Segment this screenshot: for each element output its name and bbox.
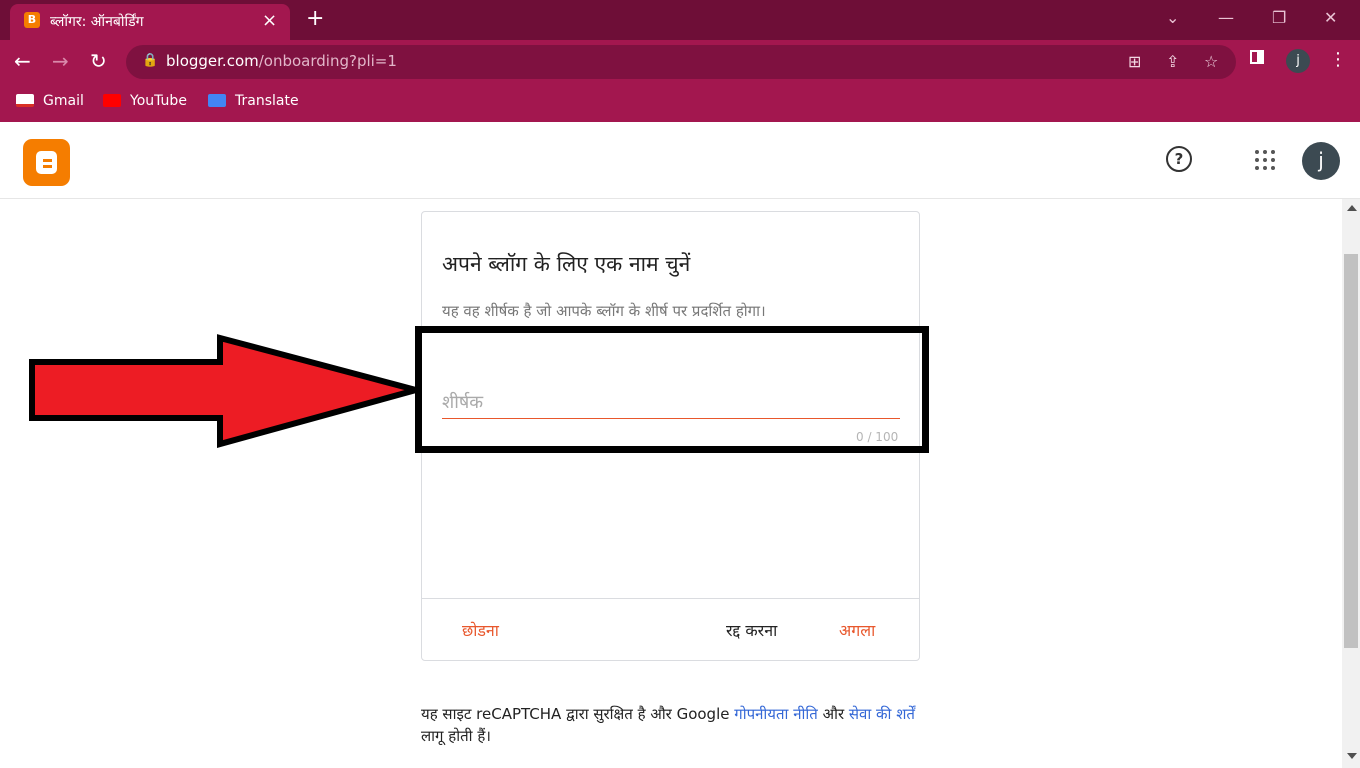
window-close-icon[interactable]: ✕ [1324, 8, 1337, 27]
scrollbar-thumb[interactable] [1344, 254, 1358, 648]
dialog-title: अपने ब्लॉग के लिए एक नाम चुनें [442, 252, 691, 276]
cancel-button[interactable]: रद्द करना [726, 619, 777, 641]
bookmark-gmail[interactable]: Gmail [16, 93, 84, 109]
blogger-favicon-icon: B [24, 12, 40, 28]
notice-text: और [817, 705, 849, 723]
notice-text: लागू होती हैं। [421, 727, 491, 745]
minimize-icon[interactable]: — [1218, 8, 1234, 27]
forward-icon[interactable]: → [52, 50, 69, 72]
bookmarks-bar: Gmail YouTube Translate [0, 84, 1360, 122]
annotation-arrow-icon [29, 334, 420, 448]
browser-toolbar: ← → ↻ 🔒 blogger.com/onboarding?pli=1 ⊞ ⇪… [0, 40, 1360, 84]
tab-strip: B ब्लॉगर: ऑनबोर्डिंग × + ⌄ — ❐ ✕ [0, 0, 1360, 40]
bookmark-youtube[interactable]: YouTube [103, 93, 187, 109]
help-icon[interactable]: ? [1166, 146, 1192, 172]
bookmark-label: Translate [235, 93, 299, 109]
tab-title: ब्लॉगर: ऑनबोर्डिंग [50, 14, 144, 30]
restore-icon[interactable]: ❐ [1272, 8, 1286, 27]
terms-of-service-link[interactable]: सेवा की शर्तें [849, 705, 915, 723]
scroll-up-icon[interactable] [1347, 205, 1357, 211]
back-icon[interactable]: ← [14, 50, 31, 72]
translate-page-icon[interactable]: ⊞ [1128, 52, 1141, 71]
dialog-subtitle: यह वह शीर्षक है जो आपके ब्लॉग के शीर्ष प… [442, 302, 766, 320]
url-domain: blogger.com [166, 52, 259, 70]
bookmark-label: YouTube [130, 93, 187, 109]
browser-tab[interactable]: B ब्लॉगर: ऑनबोर्डिंग × [10, 4, 290, 40]
next-button[interactable]: अगला [839, 619, 875, 641]
bookmark-translate[interactable]: Translate [208, 93, 299, 109]
translate-icon [208, 94, 226, 107]
browser-profile-avatar[interactable]: j [1286, 49, 1310, 73]
tab-search-icon[interactable]: ⌄ [1166, 8, 1179, 27]
reload-icon[interactable]: ↻ [90, 50, 107, 72]
new-tab-icon[interactable]: + [306, 7, 324, 31]
privacy-policy-link[interactable]: गोपनीयता नीति [734, 705, 818, 723]
browser-menu-icon[interactable]: ⋮ [1329, 50, 1347, 70]
lock-icon[interactable]: 🔒 [142, 53, 158, 68]
address-bar[interactable]: 🔒 blogger.com/onboarding?pli=1 ⊞ ⇪ ☆ [126, 45, 1236, 79]
notice-text: यह साइट reCAPTCHA द्वारा सुरक्षित है और … [421, 705, 735, 723]
blogger-logo-icon[interactable] [23, 139, 70, 186]
gmail-icon [16, 94, 34, 107]
scroll-down-icon[interactable] [1347, 753, 1357, 759]
google-apps-icon[interactable] [1255, 150, 1275, 170]
blogger-header: ? j [0, 122, 1360, 199]
url-path: /onboarding?pli=1 [258, 52, 397, 70]
bookmark-label: Gmail [43, 93, 84, 109]
side-panel-icon[interactable] [1250, 50, 1264, 64]
skip-button[interactable]: छोडना [462, 619, 499, 641]
annotation-highlight-box [415, 326, 929, 453]
bookmark-star-icon[interactable]: ☆ [1204, 52, 1218, 71]
youtube-icon [103, 94, 121, 107]
tab-close-icon[interactable]: × [262, 10, 277, 31]
share-icon[interactable]: ⇪ [1166, 52, 1179, 71]
url-text[interactable]: blogger.com/onboarding?pli=1 [166, 52, 397, 70]
account-avatar[interactable]: j [1302, 142, 1340, 180]
dialog-footer: छोडना रद्द करना अगला [422, 598, 919, 661]
recaptcha-notice: यह साइट reCAPTCHA द्वारा सुरक्षित है और … [421, 703, 921, 747]
